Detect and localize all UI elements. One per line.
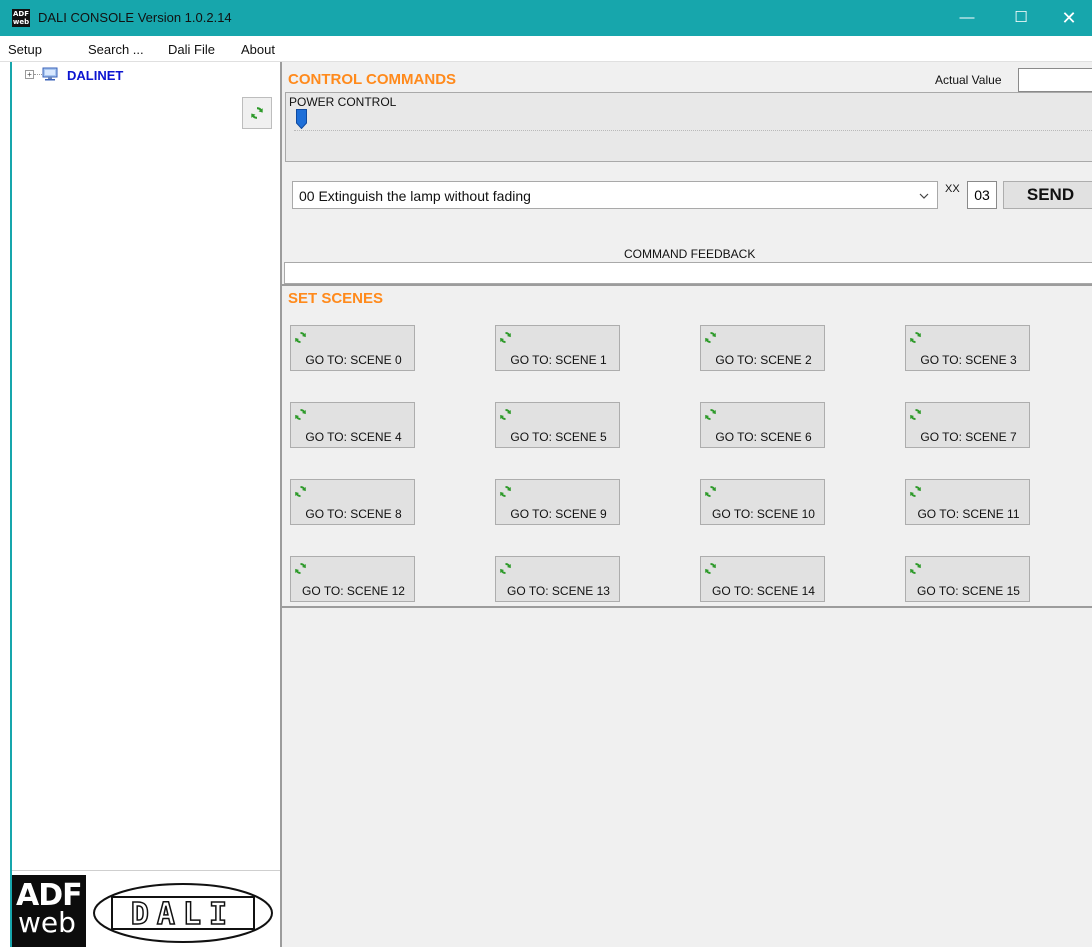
refresh-icon xyxy=(251,107,263,119)
menu-setup[interactable]: Setup xyxy=(8,42,42,57)
tree-connector xyxy=(34,74,42,75)
refresh-tree-button[interactable] xyxy=(242,97,272,129)
set-scenes-section: SET SCENES GO TO: SCENE 0 GO TO: SCENE 1 G… xyxy=(282,287,1092,608)
dali-logo: DALI xyxy=(93,883,273,943)
menu-dali-file[interactable]: Dali File xyxy=(168,42,215,57)
tree-expander-icon[interactable]: + xyxy=(25,70,34,79)
scene-button-0[interactable]: GO TO: SCENE 0 xyxy=(290,325,415,371)
scene-button-15[interactable]: GO TO: SCENE 15 xyxy=(905,556,1030,602)
command-feedback-label: COMMAND FEEDBACK xyxy=(624,247,756,261)
scene-button-label: GO TO: SCENE 8 xyxy=(305,507,402,521)
scene-button-5[interactable]: GO TO: SCENE 5 xyxy=(495,402,620,448)
refresh-icon xyxy=(500,409,511,420)
adfweb-logo-bottom: web xyxy=(18,906,76,939)
menu-bar: Setup Search ... Dali File About xyxy=(0,36,1092,62)
refresh-icon xyxy=(910,563,921,574)
actual-value-label: Actual Value xyxy=(935,73,1002,87)
refresh-icon xyxy=(295,486,306,497)
network-icon xyxy=(42,67,58,81)
scene-button-2[interactable]: GO TO: SCENE 2 xyxy=(700,325,825,371)
refresh-icon xyxy=(705,332,716,343)
title-bar: ADF web DALI CONSOLE Version 1.0.2.14 — … xyxy=(0,0,1092,36)
power-control-box: POWER CONTROL xyxy=(285,92,1092,162)
scene-button-label: GO TO: SCENE 0 xyxy=(305,353,402,367)
scene-button-label: GO TO: SCENE 12 xyxy=(302,584,405,598)
scene-button-label: GO TO: SCENE 14 xyxy=(712,584,815,598)
scene-button-8[interactable]: GO TO: SCENE 8 xyxy=(290,479,415,525)
scene-button-11[interactable]: GO TO: SCENE 11 xyxy=(905,479,1030,525)
scene-button-label: GO TO: SCENE 3 xyxy=(920,353,1017,367)
scene-button-label: GO TO: SCENE 4 xyxy=(305,430,402,444)
scene-button-label: GO TO: SCENE 10 xyxy=(712,507,815,521)
scene-button-1[interactable]: GO TO: SCENE 1 xyxy=(495,325,620,371)
scene-button-label: GO TO: SCENE 9 xyxy=(510,507,607,521)
xx-label: XX xyxy=(945,183,960,195)
xx-value-field[interactable]: 03 xyxy=(967,181,997,209)
scene-button-label: GO TO: SCENE 5 xyxy=(510,430,607,444)
scene-button-label: GO TO: SCENE 1 xyxy=(510,353,607,367)
tree-root-dalinet[interactable]: DALINET xyxy=(67,68,123,83)
refresh-icon xyxy=(500,332,511,343)
refresh-icon xyxy=(295,409,306,420)
scene-button-14[interactable]: GO TO: SCENE 14 xyxy=(700,556,825,602)
power-slider-track[interactable] xyxy=(294,130,1092,131)
set-scenes-title: SET SCENES xyxy=(288,290,384,307)
scene-button-label: GO TO: SCENE 2 xyxy=(715,353,812,367)
refresh-icon xyxy=(910,409,921,420)
control-commands-section: CONTROL COMMANDS Actual Value POWER CONT… xyxy=(282,62,1092,286)
main-panel: CONTROL COMMANDS Actual Value POWER CONT… xyxy=(282,62,1092,947)
menu-about[interactable]: About xyxy=(241,42,275,57)
power-control-label: POWER CONTROL xyxy=(289,95,397,109)
scene-button-10[interactable]: GO TO: SCENE 10 xyxy=(700,479,825,525)
scene-button-label: GO TO: SCENE 11 xyxy=(917,507,1020,521)
scene-button-label: GO TO: SCENE 6 xyxy=(715,430,812,444)
scene-button-9[interactable]: GO TO: SCENE 9 xyxy=(495,479,620,525)
brand-logo-area: ADF web DALI xyxy=(12,870,280,947)
scene-button-7[interactable]: GO TO: SCENE 7 xyxy=(905,402,1030,448)
command-dropdown[interactable]: 00 Extinguish the lamp without fading xyxy=(292,181,938,209)
refresh-icon xyxy=(500,563,511,574)
refresh-icon xyxy=(295,332,306,343)
maximize-button[interactable]: ☐ xyxy=(998,0,1044,36)
minimize-button[interactable]: — xyxy=(944,0,990,36)
chevron-down-icon xyxy=(919,193,929,199)
scene-button-12[interactable]: GO TO: SCENE 12 xyxy=(290,556,415,602)
command-feedback-field xyxy=(284,262,1092,284)
scene-button-6[interactable]: GO TO: SCENE 6 xyxy=(700,402,825,448)
dali-logo-text: DALI xyxy=(131,897,235,932)
menu-search[interactable]: Search ... xyxy=(88,42,144,57)
scene-button-4[interactable]: GO TO: SCENE 4 xyxy=(290,402,415,448)
command-selected-value: 00 Extinguish the lamp without fading xyxy=(299,188,531,204)
send-button[interactable]: SEND xyxy=(1003,181,1092,209)
scene-button-3[interactable]: GO TO: SCENE 3 xyxy=(905,325,1030,371)
refresh-icon xyxy=(295,563,306,574)
refresh-icon xyxy=(705,486,716,497)
scene-button-label: GO TO: SCENE 13 xyxy=(507,584,610,598)
refresh-icon xyxy=(705,409,716,420)
actual-value-field[interactable] xyxy=(1018,68,1092,92)
refresh-icon xyxy=(500,486,511,497)
scene-button-label: GO TO: SCENE 7 xyxy=(920,430,1017,444)
close-button[interactable]: ✕ xyxy=(1046,0,1092,36)
scene-button-13[interactable]: GO TO: SCENE 13 xyxy=(495,556,620,602)
adfweb-logo: ADF web xyxy=(12,875,86,947)
refresh-icon xyxy=(705,563,716,574)
app-icon: ADF web xyxy=(12,9,30,27)
control-commands-title: CONTROL COMMANDS xyxy=(288,71,457,88)
scene-button-label: GO TO: SCENE 15 xyxy=(917,584,1020,598)
window-title: DALI CONSOLE Version 1.0.2.14 xyxy=(38,10,232,25)
power-slider-handle[interactable] xyxy=(296,109,307,129)
refresh-icon xyxy=(910,486,921,497)
refresh-icon xyxy=(910,332,921,343)
network-tree-panel: + DALINET ADF web DALI xyxy=(10,62,282,947)
